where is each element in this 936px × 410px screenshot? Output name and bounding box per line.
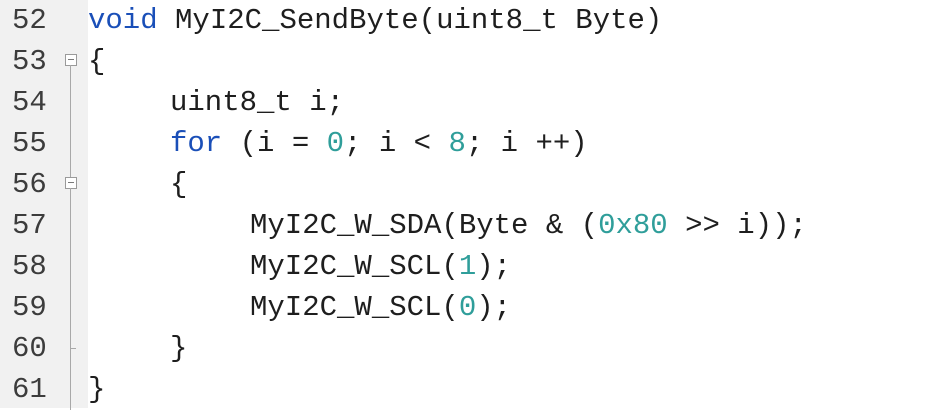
code-line-53[interactable]: 53 { <box>0 41 936 82</box>
code-line-59[interactable]: 59 MyI2C_W_SCL(0); <box>0 287 936 328</box>
code-text[interactable]: for (i = 0; i < 8; i ++) <box>170 127 588 161</box>
code-token: MyI2C_W_SDA(Byte & ( <box>250 209 599 242</box>
code-token: ); <box>476 250 512 283</box>
fold-guide <box>62 205 80 246</box>
line-number: 60 <box>12 332 47 365</box>
fold-guide-line <box>70 123 71 164</box>
code-line-58[interactable]: 58 MyI2C_W_SCL(1); <box>0 246 936 287</box>
fold-guide <box>62 82 80 123</box>
keyword-token: void <box>88 4 158 37</box>
number-token: 0 <box>458 291 477 324</box>
code-token: ; i < <box>344 127 449 160</box>
fold-guide-line <box>70 205 71 246</box>
code-token: >> i)); <box>667 209 807 242</box>
number-token: 8 <box>448 127 466 160</box>
code-text[interactable]: uint8_t i; <box>170 86 344 120</box>
fold-guide-line <box>70 246 71 287</box>
code-text[interactable]: { <box>88 45 105 79</box>
line-number: 57 <box>12 209 47 242</box>
code-token: } <box>88 373 106 406</box>
fold-guide <box>62 123 80 164</box>
number-token: 0x80 <box>598 209 668 242</box>
number-token: 1 <box>458 250 477 283</box>
code-token: uint8_t i; <box>170 86 345 119</box>
code-line-60[interactable]: 60 } <box>0 328 936 369</box>
fold-guide-line <box>70 164 71 177</box>
code-token: ); <box>476 291 512 324</box>
line-number: 55 <box>12 127 47 160</box>
code-line-61[interactable]: 61 } <box>0 369 936 410</box>
keyword-token: for <box>170 127 223 160</box>
fold-guide <box>62 369 80 410</box>
fold-guide-line <box>70 65 71 82</box>
code-text[interactable]: } <box>88 373 105 407</box>
fold-guide-line <box>70 287 71 328</box>
code-text[interactable]: void MyI2C_SendByte(uint8_t Byte) <box>88 4 662 38</box>
code-editor[interactable]: 52 void MyI2C_SendByte(uint8_t Byte) 53 … <box>0 0 936 410</box>
code-text[interactable]: MyI2C_W_SDA(Byte & (0x80 >> i)); <box>250 209 807 243</box>
line-number: 58 <box>12 250 47 283</box>
fold-guide-line <box>70 188 71 205</box>
code-token: { <box>88 45 106 78</box>
fold-collapse-icon[interactable] <box>62 41 80 82</box>
code-token: MyI2C_W_SCL( <box>250 291 459 324</box>
fold-minus-box <box>65 54 77 66</box>
line-number: 61 <box>12 373 47 406</box>
line-number: 52 <box>12 4 47 37</box>
line-number: 56 <box>12 168 47 201</box>
code-line-56[interactable]: 56 { <box>0 164 936 205</box>
fold-end-marker <box>62 328 80 369</box>
fold-collapse-icon[interactable] <box>62 164 80 205</box>
code-line-55[interactable]: 55 for (i = 0; i < 8; i ++) <box>0 123 936 164</box>
code-text[interactable]: MyI2C_W_SCL(0); <box>250 291 511 325</box>
code-token: ; i ++) <box>465 127 588 160</box>
code-line-57[interactable]: 57 MyI2C_W_SDA(Byte & (0x80 >> i)); <box>0 205 936 246</box>
fold-guide <box>62 287 80 328</box>
fold-guide <box>62 246 80 287</box>
code-line-54[interactable]: 54 uint8_t i; <box>0 82 936 123</box>
fold-end-tick <box>70 348 76 349</box>
code-text[interactable]: } <box>170 332 187 366</box>
code-token: (i = <box>222 127 327 160</box>
line-number: 59 <box>12 291 47 324</box>
code-line-52[interactable]: 52 void MyI2C_SendByte(uint8_t Byte) <box>0 0 936 41</box>
line-number: 54 <box>12 86 47 119</box>
code-text[interactable]: MyI2C_W_SCL(1); <box>250 250 511 284</box>
code-token: MyI2C_SendByte(uint8_t Byte) <box>157 4 663 37</box>
number-token: 0 <box>326 127 345 160</box>
fold-guide-line <box>70 82 71 123</box>
code-token: { <box>170 168 188 201</box>
code-token: } <box>170 332 188 365</box>
fold-minus-box <box>65 177 77 189</box>
fold-guide-line <box>70 369 71 410</box>
code-text[interactable]: { <box>170 168 187 202</box>
line-number: 53 <box>12 45 47 78</box>
code-token: MyI2C_W_SCL( <box>250 250 459 283</box>
